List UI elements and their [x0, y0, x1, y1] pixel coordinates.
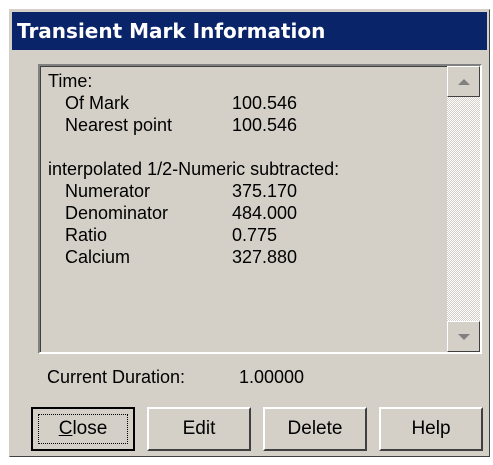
nearest-point-row: Nearest point 100.546 — [48, 114, 442, 136]
dialog-window: Transient Mark Information Time: Of Mark… — [9, 9, 490, 457]
denominator-value: 484.000 — [232, 203, 298, 223]
title-bar[interactable]: Transient Mark Information — [12, 12, 487, 50]
section-header-row: interpolated 1/2-Numeric subtracted: — [48, 158, 442, 180]
nearest-point-label: Nearest point — [65, 115, 173, 135]
scroll-down-button[interactable] — [447, 321, 480, 352]
ratio-label: Ratio — [65, 225, 108, 245]
duration-value: 1.00000 — [239, 367, 305, 387]
arrow-up-icon — [457, 78, 470, 85]
calcium-row: Calcium 327.880 — [48, 246, 442, 268]
calcium-value: 327.880 — [232, 247, 298, 267]
vertical-scrollbar[interactable] — [447, 66, 480, 352]
scroll-up-button[interactable] — [447, 66, 480, 97]
denominator-label: Denominator — [65, 203, 169, 223]
duration-label: Current Duration: — [47, 367, 186, 387]
section-header: interpolated 1/2-Numeric subtracted: — [48, 159, 340, 179]
arrow-down-icon — [457, 333, 470, 340]
calcium-label: Calcium — [65, 247, 131, 267]
time-header: Time: — [48, 71, 93, 91]
numerator-label: Numerator — [65, 181, 151, 201]
numerator-row: Numerator 375.170 — [48, 180, 442, 202]
denominator-row: Denominator 484.000 — [48, 202, 442, 224]
info-text-area[interactable]: Time: Of Mark 100.546 Nearest point 100.… — [38, 64, 482, 354]
of-mark-label: Of Mark — [65, 93, 130, 113]
help-button[interactable]: Help — [379, 407, 483, 451]
focus-rectangle — [38, 414, 128, 444]
ratio-row: Ratio 0.775 — [48, 224, 442, 246]
current-duration: Current Duration: 1.00000 — [47, 367, 304, 388]
info-content: Time: Of Mark 100.546 Nearest point 100.… — [48, 70, 442, 268]
nearest-point-value: 100.546 — [232, 115, 298, 135]
numerator-value: 375.170 — [232, 181, 298, 201]
delete-button[interactable]: Delete — [263, 407, 367, 451]
close-button[interactable]: Close — [31, 407, 135, 451]
of-mark-value: 100.546 — [232, 93, 298, 113]
of-mark-row: Of Mark 100.546 — [48, 92, 442, 114]
time-header-row: Time: — [48, 70, 442, 92]
edit-button[interactable]: Edit — [147, 407, 251, 451]
ratio-value: 0.775 — [232, 225, 278, 245]
